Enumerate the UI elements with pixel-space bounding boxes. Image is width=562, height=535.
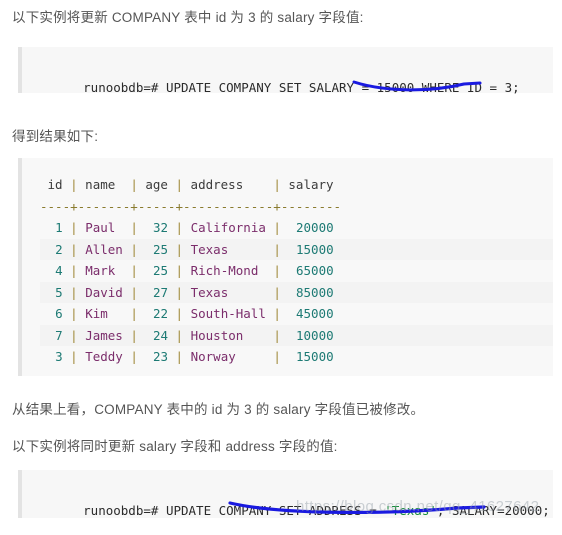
table-row: 4 | Mark | 25 | Rich-Mond | 65000 [55, 263, 334, 278]
paragraph-conclusion: 从结果上看，COMPANY 表中的 id 为 3 的 salary 字段值已被修… [12, 402, 425, 417]
code-text: runoobdb=# UPDATE COMPANY SET SALARY = 1… [83, 80, 520, 95]
result-table-block[interactable]: id | name | age | address | salary ----+… [18, 158, 553, 376]
table-row: 1 | Paul | 32 | California | 20000 [55, 220, 334, 235]
code-line: runoobdb=# UPDATE COMPANY SET SALARY = 1… [22, 47, 553, 112]
code-block-update-salary[interactable]: runoobdb=# UPDATE COMPANY SET SALARY = 1… [18, 47, 553, 95]
paragraph-result-label: 得到结果如下: [12, 129, 99, 144]
result-table: id | name | age | address | salary ----+… [22, 158, 553, 382]
table-header-row: id | name | age | address | salary [40, 177, 334, 192]
table-row: 7 | James | 24 | Houston | 10000 [55, 327, 334, 343]
table-row: 6 | Kim | 22 | South-Hall | 45000 [55, 306, 334, 321]
table-row: 2 | Allen | 25 | Texas | 15000 [55, 241, 334, 257]
table-row: 3 | Teddy | 23 | Norway | 15000 [55, 349, 334, 364]
paragraph-intro-update-salary: 以下实例将更新 COMPANY 表中 id 为 3 的 salary 字段值: [12, 10, 364, 25]
paragraph-intro-update-both: 以下实例将同时更新 salary 字段和 address 字段的值: [12, 439, 338, 454]
watermark-url: https://blog.csdn.net/qq_41627642 [296, 498, 540, 515]
table-separator-row: ----+-------+-----+------------+-------- [40, 198, 342, 214]
table-row: 5 | David | 27 | Texas | 85000 [55, 284, 334, 300]
article-page: 以下实例将更新 COMPANY 表中 id 为 3 的 salary 字段值: … [0, 0, 562, 527]
